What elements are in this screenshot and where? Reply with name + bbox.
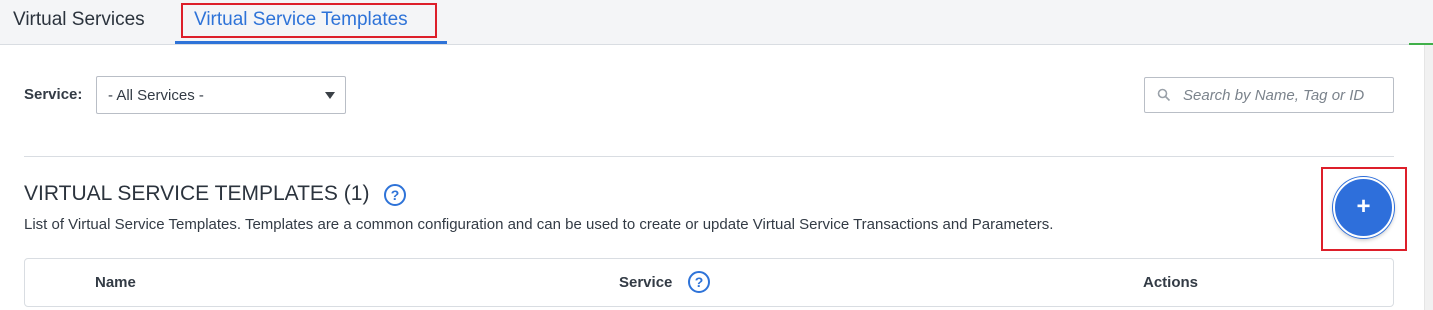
search-icon bbox=[1157, 88, 1171, 102]
service-help-icon[interactable]: ? bbox=[688, 271, 710, 293]
active-tab-indicator bbox=[175, 41, 447, 44]
tab-virtual-services[interactable]: Virtual Services bbox=[13, 8, 145, 32]
section-description: List of Virtual Service Templates. Templ… bbox=[24, 216, 1054, 233]
section-divider bbox=[24, 156, 1394, 157]
column-header-name[interactable]: Name bbox=[95, 274, 136, 291]
section-title: VIRTUAL SERVICE TEMPLATES (1) bbox=[24, 182, 370, 205]
caret-down-icon bbox=[325, 92, 335, 99]
table-header: Name Service ? Actions bbox=[24, 258, 1394, 307]
help-icon[interactable]: ? bbox=[384, 184, 406, 206]
tab-bar: Virtual Services Virtual Service Templat… bbox=[0, 0, 1433, 45]
service-filter-select[interactable]: - All Services - bbox=[96, 76, 346, 114]
service-filter-value: - All Services - bbox=[108, 87, 204, 104]
highlight-box-add bbox=[1321, 167, 1407, 251]
service-filter-label: Service: bbox=[24, 86, 83, 103]
column-header-service[interactable]: Service bbox=[619, 274, 672, 291]
search-box[interactable] bbox=[1144, 77, 1394, 113]
vertical-scrollbar[interactable] bbox=[1424, 45, 1433, 310]
column-header-actions: Actions bbox=[1143, 274, 1199, 291]
highlight-box-tab bbox=[181, 3, 437, 38]
search-input[interactable] bbox=[1177, 79, 1391, 111]
